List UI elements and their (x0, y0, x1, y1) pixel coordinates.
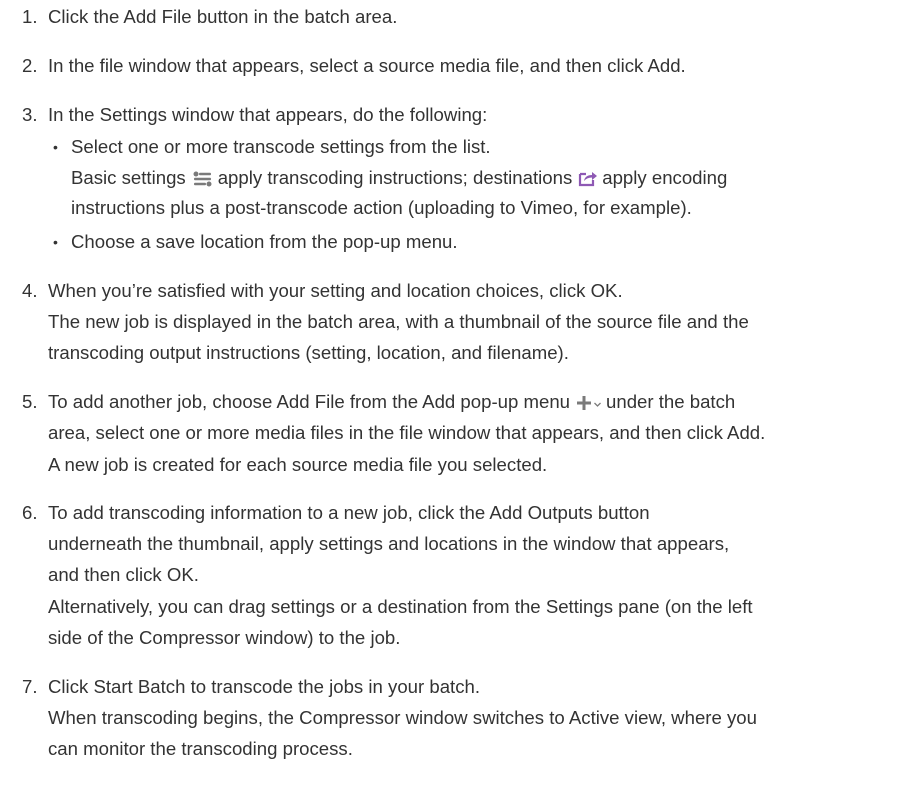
note-text: apply encoding (602, 167, 728, 188)
detail-text: When transcoding begins, the Compressor … (48, 707, 757, 728)
bullet-text: Select one or more transcode settings fr… (71, 136, 491, 157)
step-text: underneath the thumbnail, apply settings… (48, 533, 730, 554)
step-number: 3. (22, 104, 38, 125)
destination-share-icon (578, 166, 598, 197)
step-number: 7. (22, 676, 38, 697)
detail-text: Alternatively, you can drag settings or … (48, 596, 753, 617)
step-number: 6. (22, 502, 38, 523)
detail-text: transcoding output instructions (setting… (48, 342, 569, 363)
note-text: instructions plus a post-transcode actio… (71, 197, 692, 218)
step-text: When you’re satisfied with your setting … (48, 280, 623, 301)
step-text: under the batch (606, 391, 736, 412)
bullet-marker: • (53, 139, 58, 155)
step-number: 4. (22, 280, 38, 301)
step-text: In the Settings window that appears, do … (48, 104, 488, 125)
step-text: area, select one or more media files in … (48, 422, 766, 443)
basic-settings-icon (192, 166, 214, 197)
instruction-document: 1. Click the Add File button in the batc… (0, 0, 913, 788)
step-number: 1. (22, 6, 38, 27)
detail-text: can monitor the transcoding process. (48, 738, 353, 759)
popup-chevron-icon (593, 390, 602, 421)
step-number: 2. (22, 55, 38, 76)
note-text: apply transcoding instructions; destinat… (217, 167, 573, 188)
detail-text: The new job is displayed in the batch ar… (48, 311, 749, 332)
step-text: To add transcoding information to a new … (48, 502, 650, 523)
step-text: In the file window that appears, select … (48, 55, 686, 76)
detail-text: A new job is created for each source med… (48, 454, 548, 475)
step-text: and then click OK. (48, 564, 199, 585)
step-text: To add another job, choose Add File from… (48, 391, 571, 412)
bullet-text: Choose a save location from the pop-up m… (71, 231, 458, 252)
step-text: Click Start Batch to transcode the jobs … (48, 676, 481, 697)
step-number: 5. (22, 391, 38, 412)
detail-text: side of the Compressor window) to the jo… (48, 627, 401, 648)
step-text: Click the Add File button in the batch a… (48, 6, 398, 27)
bullet-marker: • (53, 234, 58, 250)
note-text: Basic settings (71, 167, 186, 188)
add-plus-icon (576, 390, 592, 421)
